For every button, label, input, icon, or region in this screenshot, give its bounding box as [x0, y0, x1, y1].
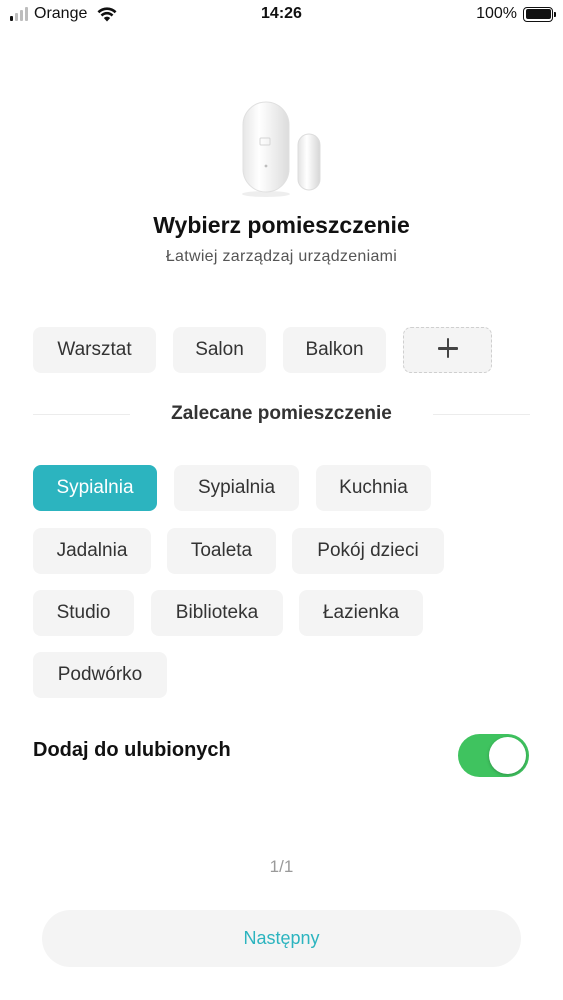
- plus-icon: [437, 338, 458, 359]
- recommended-chip-sypialnia[interactable]: Sypialnia: [174, 465, 299, 511]
- status-right: 100%: [476, 5, 556, 23]
- recommended-chip-studio[interactable]: Studio: [33, 590, 134, 636]
- battery-icon: [523, 6, 556, 22]
- room-chip-salon[interactable]: Salon: [173, 327, 266, 373]
- recommended-chip-jadalnia[interactable]: Jadalnia: [33, 528, 151, 574]
- page-subtitle: Łatwiej zarządzaj urządzeniami: [165, 248, 398, 265]
- toggle-knob: [489, 737, 526, 774]
- recommended-chip-podworko[interactable]: Podwórko: [33, 652, 167, 698]
- status-bar: Orange 14:26 100%: [0, 0, 563, 30]
- battery-percent: 100%: [476, 5, 517, 22]
- room-chip-warsztat[interactable]: Warsztat: [33, 327, 156, 373]
- page-title: Wybierz pomieszczenie: [153, 212, 410, 238]
- recommended-chip-sypialnia-selected[interactable]: Sypialnia: [33, 465, 157, 511]
- recommended-chip-toaleta[interactable]: Toaleta: [167, 528, 276, 574]
- divider-right: [433, 414, 530, 415]
- next-button[interactable]: Następny: [42, 910, 521, 967]
- recommended-chip-biblioteka[interactable]: Biblioteka: [151, 590, 283, 636]
- recommended-chip-kuchnia[interactable]: Kuchnia: [316, 465, 431, 511]
- recommended-chip-pokoj-dzieci[interactable]: Pokój dzieci: [292, 528, 444, 574]
- recommended-chip-lazienka[interactable]: Łazienka: [299, 590, 423, 636]
- add-room-button[interactable]: [403, 327, 492, 373]
- favorites-label: Dodaj do ulubionych: [33, 739, 231, 761]
- room-chip-balkon[interactable]: Balkon: [283, 327, 386, 373]
- favorites-toggle[interactable]: [458, 734, 529, 777]
- door-window-sensor-icon: [242, 101, 321, 197]
- page-indicator: 1/1: [269, 857, 294, 876]
